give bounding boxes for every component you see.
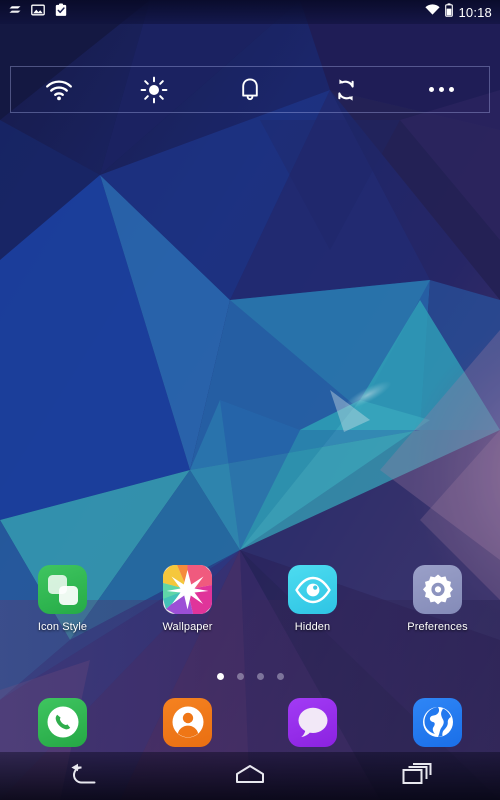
recent-apps-icon — [402, 762, 432, 790]
image-icon — [31, 3, 45, 22]
app-label: Wallpaper — [162, 621, 213, 633]
back-arrow-icon — [68, 763, 98, 790]
page-dot-1[interactable] — [216, 672, 224, 680]
page-dot-3[interactable] — [256, 672, 264, 680]
quick-setting-ringer-button[interactable] — [202, 67, 298, 112]
message-bubble-icon — [288, 697, 337, 747]
contacts-icon — [163, 697, 212, 747]
quick-setting-more-button[interactable] — [393, 67, 489, 112]
page-indicator — [0, 670, 500, 682]
icon-style-icon — [38, 565, 87, 614]
bell-icon — [238, 77, 262, 103]
home-screen: 10:18 Icon Style Wallpaper Hidden Prefer… — [0, 0, 500, 800]
sync-lines-icon — [8, 3, 22, 22]
home-icon — [235, 764, 265, 789]
clipboard-check-icon — [54, 3, 68, 22]
gear-icon — [413, 565, 462, 614]
quick-setting-brightness-button[interactable] — [107, 67, 203, 112]
sync-icon — [333, 76, 359, 104]
app-preferences[interactable]: Preferences — [375, 565, 500, 640]
quick-setting-sync-button[interactable] — [298, 67, 394, 112]
dock-app-contacts[interactable] — [125, 697, 250, 747]
app-grid: Icon Style Wallpaper Hidden Preferences — [0, 565, 500, 640]
page-dot-4[interactable] — [276, 672, 284, 680]
nav-recents-button[interactable] — [333, 762, 500, 790]
wifi-icon — [44, 78, 74, 102]
overflow-menu-icon — [428, 87, 454, 92]
app-icon-style[interactable]: Icon Style — [0, 565, 125, 640]
app-hidden[interactable]: Hidden — [250, 565, 375, 640]
battery-icon — [445, 2, 454, 22]
app-wallpaper[interactable]: Wallpaper — [125, 565, 250, 640]
dock-app-phone[interactable] — [0, 697, 125, 747]
app-label: Hidden — [294, 621, 331, 633]
page-dot-2[interactable] — [236, 672, 244, 680]
dock-app-browser[interactable] — [375, 697, 500, 747]
eye-icon — [288, 565, 337, 614]
quick-settings-widget — [10, 66, 490, 113]
app-label: Icon Style — [37, 621, 88, 633]
app-label: Preferences — [407, 621, 468, 633]
status-bar-clock: 10:18 — [458, 4, 492, 20]
nav-back-button[interactable] — [0, 763, 167, 790]
navigation-bar — [0, 752, 500, 800]
status-bar-right-icons: 10:18 — [425, 2, 492, 22]
dock-app-messages[interactable] — [250, 697, 375, 747]
status-bar: 10:18 — [0, 0, 500, 24]
wifi-icon — [425, 3, 441, 21]
wallpaper-icon — [163, 565, 212, 614]
brightness-icon — [140, 76, 168, 104]
quick-setting-wifi-button[interactable] — [11, 67, 107, 112]
status-bar-left-icons — [8, 3, 68, 22]
phone-icon — [38, 697, 87, 747]
dock — [0, 692, 500, 752]
globe-icon — [413, 697, 462, 747]
nav-home-button[interactable] — [167, 764, 334, 789]
